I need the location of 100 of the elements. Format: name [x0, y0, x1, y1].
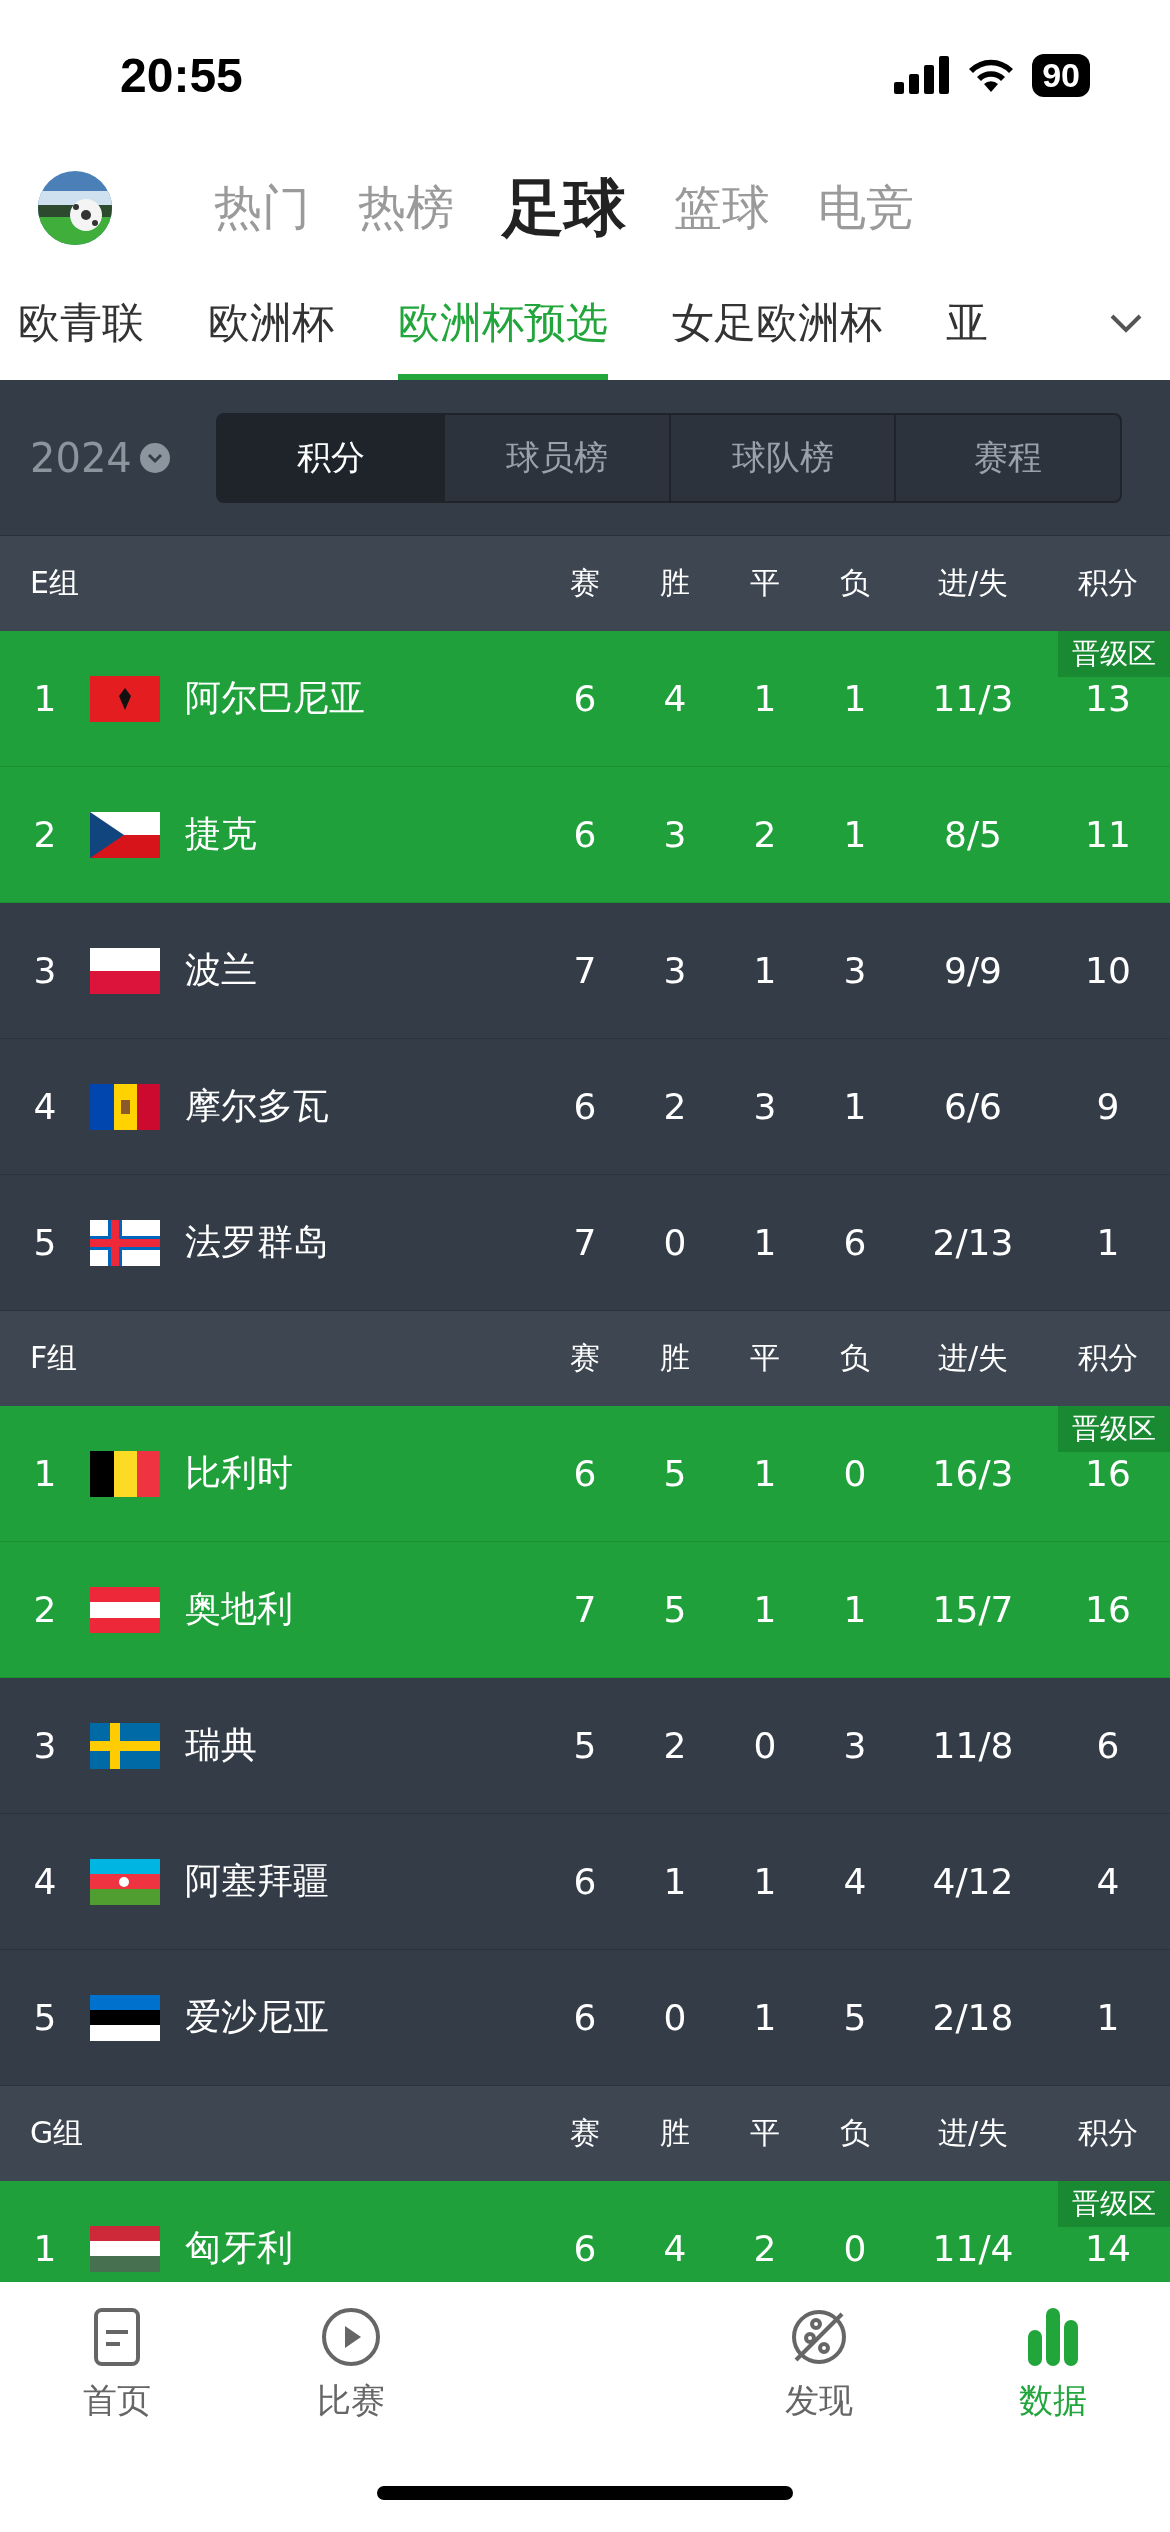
category-tab[interactable]: 足球	[502, 165, 626, 250]
flag-icon	[90, 675, 160, 722]
stat-cell-text: 3	[842, 950, 868, 991]
team-name: 比利时	[185, 1451, 294, 1495]
column-header: 负	[839, 1339, 871, 1377]
stat-cell-text: 5	[662, 1589, 688, 1630]
flag-icon	[90, 1858, 160, 1905]
battery-level: 90	[1032, 53, 1090, 97]
league-tab[interactable]: 女足欧洲杯	[672, 265, 882, 380]
rank-cell-text: 2	[32, 1589, 58, 1630]
segment-tab[interactable]: 赛程	[894, 414, 1120, 501]
stat-cell-text: 4	[662, 678, 688, 719]
standing-row[interactable]: 2 奥地利 7 5 1 1 15/7 16	[0, 1542, 1170, 1678]
stat-cell-text: 2	[662, 1086, 688, 1127]
standing-row[interactable]: 1 比利时 6 5 1 0 16/3 16 晋级区	[0, 1406, 1170, 1542]
column-header: 积分	[1077, 1339, 1139, 1377]
column-header: 平	[749, 1339, 781, 1377]
flag-icon	[90, 1586, 160, 1633]
standing-row[interactable]: 1 阿尔巴尼亚 6 4 1 1 11/3 13 晋级区	[0, 631, 1170, 767]
stat-cell-text: 6	[572, 1086, 598, 1127]
stat-cell-text: 11/3	[931, 678, 1015, 719]
stat-cell-text: 14	[1084, 2228, 1132, 2269]
team-name: 法罗群岛	[185, 1220, 330, 1264]
column-header: 进/失	[936, 564, 1010, 602]
rank-cell-text: 4	[32, 1861, 58, 1902]
standing-row[interactable]: 1 匈牙利 6 4 2 0 11/4 14 晋级区	[0, 2181, 1170, 2282]
rank-cell-text: 1	[32, 678, 58, 719]
stat-cell-text: 15/7	[931, 1589, 1015, 1630]
stat-cell-text: 1	[1095, 1222, 1121, 1263]
standing-row[interactable]: 2 捷克 6 3 2 1 8/5 11	[0, 767, 1170, 903]
team-name: 捷克	[185, 812, 258, 856]
league-tab[interactable]: 欧青联	[18, 265, 144, 380]
stat-cell-text: 6	[572, 678, 598, 719]
team-name: 阿尔巴尼亚	[185, 676, 366, 720]
nav-item[interactable]: 发现	[702, 2302, 936, 2424]
stat-cell-text: 0	[662, 1222, 688, 1263]
rank-cell-text: 1	[32, 1453, 58, 1494]
stat-cell-text: 5	[842, 1997, 868, 2038]
stat-cell-text: 8/5	[943, 814, 1003, 855]
group-name: F组	[29, 1339, 79, 1377]
chevron-down-icon[interactable]	[139, 442, 170, 473]
stat-cell-text: 2/18	[931, 1997, 1015, 2038]
signal-icon	[894, 56, 951, 94]
stat-cell-text: 0	[662, 1997, 688, 2038]
stat-cell-text: 0	[752, 1725, 778, 1766]
flag-icon	[90, 1994, 160, 2041]
column-header: 负	[839, 564, 871, 602]
stat-cell-text: 16	[1084, 1453, 1132, 1494]
column-header: 积分	[1077, 564, 1139, 602]
status-time: 20:55	[120, 47, 243, 103]
qualification-badge: 晋级区	[1058, 631, 1170, 677]
stat-cell-text: 6	[572, 1861, 598, 1902]
segment-tab[interactable]: 球队榜	[668, 414, 895, 501]
column-header: 负	[839, 2114, 871, 2152]
stat-cell-text: 1	[752, 1861, 778, 1902]
nav-item[interactable]: 比赛	[234, 2302, 468, 2424]
column-header: 积分	[1077, 2114, 1139, 2152]
stat-cell-text: 1	[752, 950, 778, 991]
league-tab[interactable]: 欧洲杯	[208, 265, 334, 380]
segment-tab[interactable]: 积分	[217, 414, 444, 501]
stat-cell-text: 16/3	[931, 1453, 1015, 1494]
stat-cell-text: 1	[752, 1589, 778, 1630]
rank-cell-text: 4	[32, 1086, 58, 1127]
stat-cell-text: 6	[1095, 1725, 1121, 1766]
stat-cell-text: 6/6	[943, 1086, 1003, 1127]
segment-tab[interactable]: 球员榜	[443, 414, 669, 501]
stat-cell-text: 7	[572, 950, 598, 991]
nav-item[interactable]: 首页	[0, 2302, 234, 2424]
group-name: E组	[29, 564, 80, 602]
team-name: 阿塞拜疆	[185, 1859, 330, 1903]
stat-cell-text: 1	[842, 814, 868, 855]
rank-cell-text: 5	[32, 1997, 58, 2038]
stat-cell-text: 9	[1095, 1086, 1121, 1127]
stat-cell-text: 6	[572, 1453, 598, 1494]
league-tab[interactable]: 亚	[946, 265, 988, 380]
stat-cell-text: 9/9	[943, 950, 1003, 991]
stat-cell-text: 3	[662, 814, 688, 855]
stat-cell-text: 6	[842, 1222, 868, 1263]
season-selector[interactable]: 2024	[30, 434, 132, 481]
flag-icon	[90, 1450, 160, 1497]
qualification-badge: 晋级区	[1058, 1406, 1170, 1452]
column-header: 赛	[569, 1339, 601, 1377]
stat-cell-text: 0	[842, 1453, 868, 1494]
column-header: 胜	[659, 1339, 691, 1377]
stat-cell-text: 1	[752, 1453, 778, 1494]
stat-cell-text: 4/12	[931, 1861, 1015, 1902]
stat-cell-text: 1	[752, 1222, 778, 1263]
nav-item[interactable]: 数据	[936, 2302, 1170, 2424]
column-header: 赛	[569, 2114, 601, 2152]
stat-cell-text: 1	[1095, 1997, 1121, 2038]
stat-cell-text: 4	[842, 1861, 868, 1902]
stat-cell-text: 3	[662, 950, 688, 991]
group-name: G组	[29, 2114, 85, 2152]
flag-icon	[90, 1083, 160, 1130]
rank-cell-text: 1	[32, 2228, 58, 2269]
column-header: 平	[749, 2114, 781, 2152]
stat-cell-text: 11/4	[931, 2228, 1015, 2269]
stat-cell-text: 7	[572, 1222, 598, 1263]
column-header: 赛	[569, 564, 601, 602]
flag-icon	[90, 2225, 160, 2272]
